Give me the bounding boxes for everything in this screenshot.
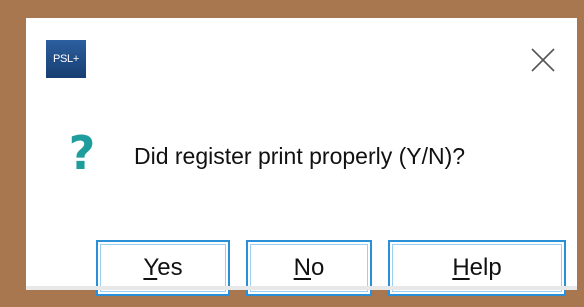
help-button-mnemonic: H	[452, 254, 470, 281]
help-button-label-rest: elp	[469, 254, 502, 281]
yes-button-mnemonic: Y	[143, 254, 158, 281]
app-logo: PSL+	[46, 40, 86, 78]
window-frame-top	[0, 0, 584, 18]
yes-button-label-rest: es	[157, 254, 183, 281]
close-button[interactable]	[522, 40, 562, 78]
window-frame-left	[0, 0, 26, 307]
dialog-message: Did register print properly (Y/N)?	[134, 143, 466, 169]
no-button-label-rest: o	[310, 254, 325, 281]
question-icon: ?	[68, 126, 96, 180]
message-dialog: PSL+ ? Did register print properly (Y/N)…	[26, 18, 577, 296]
window-frame-right	[577, 0, 584, 307]
close-icon	[531, 48, 555, 72]
no-button-mnemonic: N	[293, 254, 311, 281]
underlying-window-strip	[26, 286, 577, 290]
